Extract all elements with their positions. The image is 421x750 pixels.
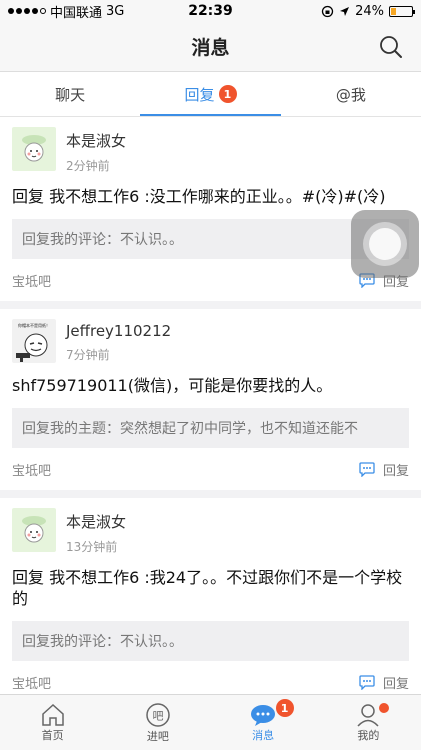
username[interactable]: 本是淑女 bbox=[66, 130, 126, 151]
ba-icon: 吧 bbox=[146, 702, 170, 727]
message-tabs: 聊天 回复 1 @我 bbox=[0, 72, 421, 117]
tabbar-ba[interactable]: 吧 进吧 bbox=[105, 695, 210, 750]
username[interactable]: Jeffrey110212 bbox=[66, 322, 171, 340]
quoted-comment[interactable]: 回复我的评论：不认识。。 bbox=[12, 219, 409, 259]
list-item[interactable]: 本是淑女 13分钟前 回复 我不想工作6 :我24了。。不过跟你们不是一个学校的… bbox=[0, 498, 421, 711]
bottom-tab-bar: 首页 吧 进吧 1 消息 我的 bbox=[0, 694, 421, 750]
home-icon bbox=[41, 703, 64, 726]
timestamp: 13分钟前 bbox=[66, 540, 118, 554]
cartoon-girl-icon bbox=[22, 516, 46, 543]
reply-label: 回复 bbox=[382, 676, 409, 692]
location-icon bbox=[340, 6, 350, 16]
avatar-caption: 你帽本不是用纸！ bbox=[18, 323, 50, 328]
reply-label: 回复 bbox=[382, 463, 409, 479]
tabbar-label: 消息 bbox=[252, 728, 275, 742]
tabbar-label: 我的 bbox=[357, 728, 380, 742]
reply-count-badge: 1 bbox=[218, 85, 237, 103]
status-bar: 中国联通 3G 22:39 24% bbox=[0, 0, 421, 22]
search-icon[interactable] bbox=[379, 35, 403, 59]
reply-content[interactable]: shf759719011(微信)，可能是你要找的人。 bbox=[12, 375, 409, 396]
message-count-badge: 1 bbox=[275, 699, 294, 717]
message-icon bbox=[251, 704, 276, 726]
reply-list: 本是淑女 2分钟前 回复 我不想工作6 :没工作哪来的正业。。#(冷)#(冷) … bbox=[0, 117, 421, 711]
avatar[interactable] bbox=[12, 508, 56, 552]
page-title: 消息 bbox=[191, 37, 230, 59]
nav-bar: 消息 bbox=[0, 22, 421, 72]
reply-button[interactable]: 回复 bbox=[359, 673, 409, 692]
tabbar-label: 首页 bbox=[41, 728, 64, 742]
svg-text:吧: 吧 bbox=[152, 709, 163, 722]
battery-icon bbox=[389, 5, 415, 17]
forum-name[interactable]: 宝坻吧 bbox=[12, 271, 51, 290]
reply-content[interactable]: 回复 我不想工作6 :没工作哪来的正业。。#(冷)#(冷) bbox=[12, 186, 409, 207]
avatar[interactable] bbox=[12, 127, 56, 171]
tabbar-messages[interactable]: 1 消息 bbox=[211, 695, 316, 750]
quoted-topic[interactable]: 回复我的主题：突然想起了初中同学，也不知道还能不 bbox=[12, 408, 409, 448]
tabbar-profile[interactable]: 我的 bbox=[316, 695, 421, 750]
timestamp: 7分钟前 bbox=[66, 348, 110, 362]
network-label: 3G bbox=[106, 3, 125, 19]
cartoon-girl-icon bbox=[22, 135, 46, 162]
tabbar-label: 进吧 bbox=[146, 729, 169, 743]
tab-label: 聊天 bbox=[55, 85, 86, 104]
battery-percent: 24% bbox=[355, 3, 384, 19]
tab-label: @我 bbox=[335, 85, 366, 104]
rotation-lock-icon bbox=[321, 5, 334, 17]
quoted-comment[interactable]: 回复我的评论：不认识。。 bbox=[12, 621, 409, 661]
avatar[interactable]: 你帽本不是用纸！ bbox=[12, 319, 56, 363]
tab-reply[interactable]: 回复 1 bbox=[140, 72, 281, 116]
tabbar-home[interactable]: 首页 bbox=[0, 695, 105, 750]
timestamp: 2分钟前 bbox=[66, 159, 110, 173]
reply-content[interactable]: 回复 我不想工作6 :我24了。。不过跟你们不是一个学校的 bbox=[12, 567, 409, 609]
profile-icon bbox=[357, 703, 379, 727]
carrier-label: 中国联通 bbox=[50, 5, 103, 21]
reply-button[interactable]: 回复 bbox=[359, 460, 409, 479]
assistive-touch-button[interactable] bbox=[351, 210, 419, 278]
tab-label: 回复 bbox=[184, 85, 215, 104]
comment-icon bbox=[359, 461, 375, 477]
notification-dot bbox=[378, 703, 389, 713]
username[interactable]: 本是淑女 bbox=[66, 511, 126, 532]
forum-name[interactable]: 宝坻吧 bbox=[12, 460, 51, 479]
list-item[interactable]: 你帽本不是用纸！ Jeffrey110212 7分钟前 shf759719011… bbox=[0, 309, 421, 498]
tab-mentions[interactable]: @我 bbox=[281, 72, 421, 116]
signal-icon bbox=[8, 8, 46, 14]
comment-icon bbox=[359, 674, 375, 690]
tab-chat[interactable]: 聊天 bbox=[0, 72, 140, 116]
forum-name[interactable]: 宝坻吧 bbox=[12, 673, 51, 692]
